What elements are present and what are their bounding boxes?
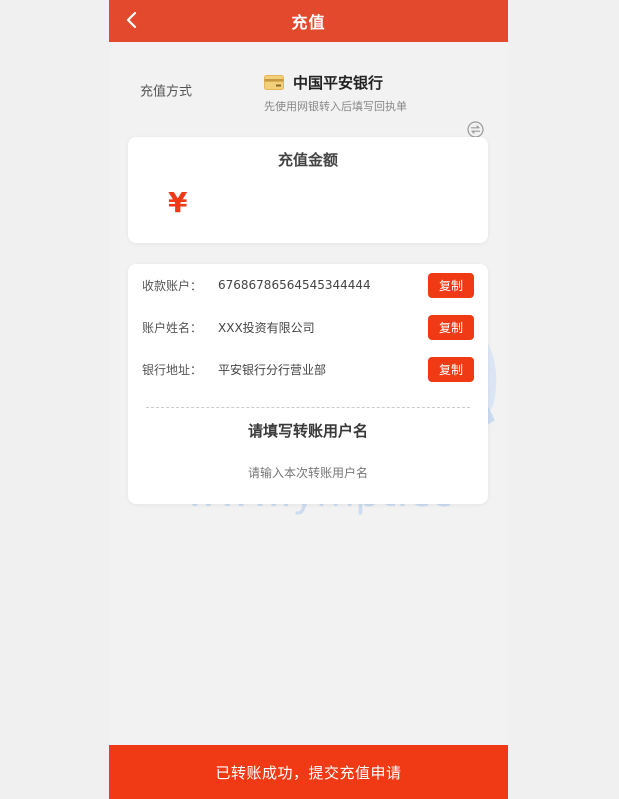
account-info-card: 收款账户： 67686786564545344444 复制 账户姓名： XXX投… [128, 264, 488, 504]
account-name-value: XXX投资有限公司 [218, 320, 315, 335]
yen-symbol: ¥ [168, 186, 188, 219]
bank-hint: 先使用网银转入后填写回执单 [264, 100, 407, 113]
amount-title: 充值金额 [277, 151, 338, 169]
bank-name: 中国平安银行 [293, 74, 384, 92]
account-number-value: 67686786564545344444 [218, 278, 371, 292]
amount-card: 充值金额 ¥ [128, 137, 488, 243]
switch-method-icon[interactable] [467, 121, 484, 138]
transfer-username-input[interactable] [168, 461, 448, 485]
account-number-label: 收款账户： [142, 278, 203, 293]
amount-input[interactable] [204, 189, 464, 223]
copy-account-name-button[interactable]: 复制 [428, 314, 474, 340]
dashed-divider [146, 407, 470, 408]
page-title: 充值 [291, 13, 326, 32]
transfer-username-title: 请填写转账用户名 [247, 422, 368, 440]
copy-bank-address-button[interactable]: 复制 [428, 356, 474, 382]
bank-selector[interactable]: 中国平安银行 [264, 72, 383, 93]
account-name-row: 账户姓名： XXX投资有限公司 复制 [142, 314, 474, 340]
recharge-page: 充值 充值方式 中国平安银行 先使用网银转入后填写回执单 充值金额 ¥ 源码平台… [109, 0, 508, 799]
submit-recharge-button[interactable]: 已转账成功，提交充值申请 [109, 745, 508, 799]
bank-address-label: 银行地址： [142, 362, 203, 377]
top-nav-bar: 充值 [109, 0, 508, 42]
account-name-label: 账户姓名： [142, 320, 203, 335]
recharge-method-section: 充值方式 中国平安银行 先使用网银转入后填写回执单 [109, 42, 508, 138]
bank-card-icon [264, 75, 284, 90]
bank-address-row: 银行地址： 平安银行分行营业部 复制 [142, 356, 474, 382]
recharge-method-label: 充值方式 [140, 84, 193, 100]
back-button[interactable] [117, 6, 145, 34]
chevron-left-icon [126, 11, 137, 29]
account-number-row: 收款账户： 67686786564545344444 复制 [142, 272, 474, 298]
copy-account-number-button[interactable]: 复制 [428, 272, 474, 298]
bank-address-value: 平安银行分行营业部 [218, 362, 327, 377]
